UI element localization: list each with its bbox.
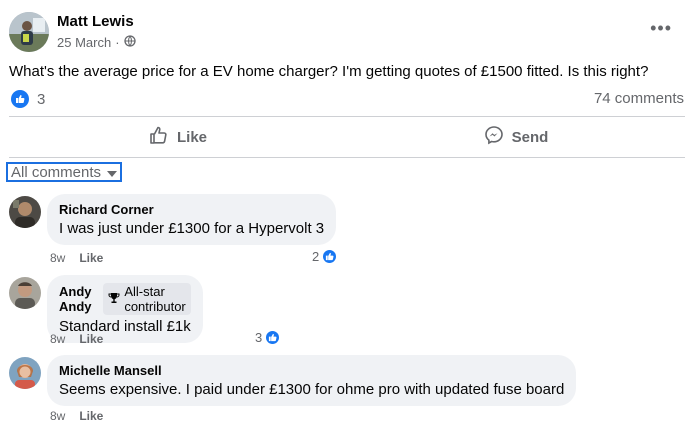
commenter-avatar[interactable] <box>9 357 41 389</box>
author-avatar[interactable] <box>9 12 49 52</box>
all-star-contributor-badge[interactable]: All-star contributor <box>103 283 191 315</box>
reaction-summary[interactable]: 3 <box>11 90 45 108</box>
comment-bubble: Michelle Mansell Seems expensive. I paid… <box>47 355 577 406</box>
post-text: What's the average price for a EV home c… <box>9 63 649 80</box>
post-date[interactable]: 25 March <box>57 35 111 50</box>
comment-footer: 8w Like <box>50 332 103 346</box>
comment-reaction-count: 3 <box>255 330 263 345</box>
comment-filter-label: All comments <box>11 163 102 181</box>
send-button-label: Send <box>511 128 549 146</box>
more-options-icon[interactable]: ••• <box>650 18 672 39</box>
like-reaction-icon <box>11 90 29 108</box>
comment-count[interactable]: 74 comments <box>594 90 684 107</box>
commenter-name[interactable]: Andy Andy <box>59 284 97 314</box>
comment-reactions[interactable]: 3 <box>255 329 282 346</box>
comment-footer: 8w Like <box>50 409 103 423</box>
post-header: Matt Lewis 25 March · ••• <box>9 12 680 54</box>
commenter-name[interactable]: Richard Corner <box>59 202 154 217</box>
caret-down-icon <box>107 164 118 181</box>
like-button[interactable]: Like <box>9 118 347 156</box>
commenter-avatar[interactable] <box>9 196 41 228</box>
comment-time[interactable]: 8w <box>50 332 65 346</box>
comment-filter-dropdown[interactable]: All comments <box>6 162 123 182</box>
messenger-icon <box>484 125 504 149</box>
like-button-label: Like <box>176 128 207 146</box>
comment-like-button[interactable]: Like <box>79 332 103 346</box>
comment-time[interactable]: 8w <box>50 251 65 265</box>
trophy-icon <box>108 292 120 307</box>
author-name[interactable]: Matt Lewis <box>57 13 134 30</box>
commenter-name[interactable]: Michelle Mansell <box>59 363 162 378</box>
comment-bubble: Richard Corner I was just under £1300 fo… <box>47 194 337 245</box>
like-reaction-icon <box>264 329 282 346</box>
meta-separator: · <box>115 35 120 50</box>
globe-icon <box>123 35 136 50</box>
comment-like-button[interactable]: Like <box>79 409 103 423</box>
like-reaction-icon <box>321 248 339 265</box>
comment-like-button[interactable]: Like <box>79 251 103 265</box>
divider-top <box>9 116 685 117</box>
reaction-count: 3 <box>37 90 46 108</box>
divider-bottom <box>9 157 685 158</box>
post-meta: 25 March · <box>57 35 136 50</box>
comment-text: Seems expensive. I paid under £1300 for … <box>59 381 565 398</box>
comment-footer: 8w Like <box>50 251 103 265</box>
send-button[interactable]: Send <box>347 118 685 156</box>
comment-text: I was just under £1300 for a Hypervolt 3 <box>59 220 325 237</box>
thumbs-up-icon <box>149 125 169 149</box>
comment-reaction-count: 2 <box>312 249 320 264</box>
commenter-avatar[interactable] <box>9 277 41 309</box>
action-bar: Like Send <box>9 118 685 156</box>
comment-reactions[interactable]: 2 <box>312 248 339 265</box>
badge-label: All-star contributor <box>124 284 186 314</box>
comment-time[interactable]: 8w <box>50 409 65 423</box>
